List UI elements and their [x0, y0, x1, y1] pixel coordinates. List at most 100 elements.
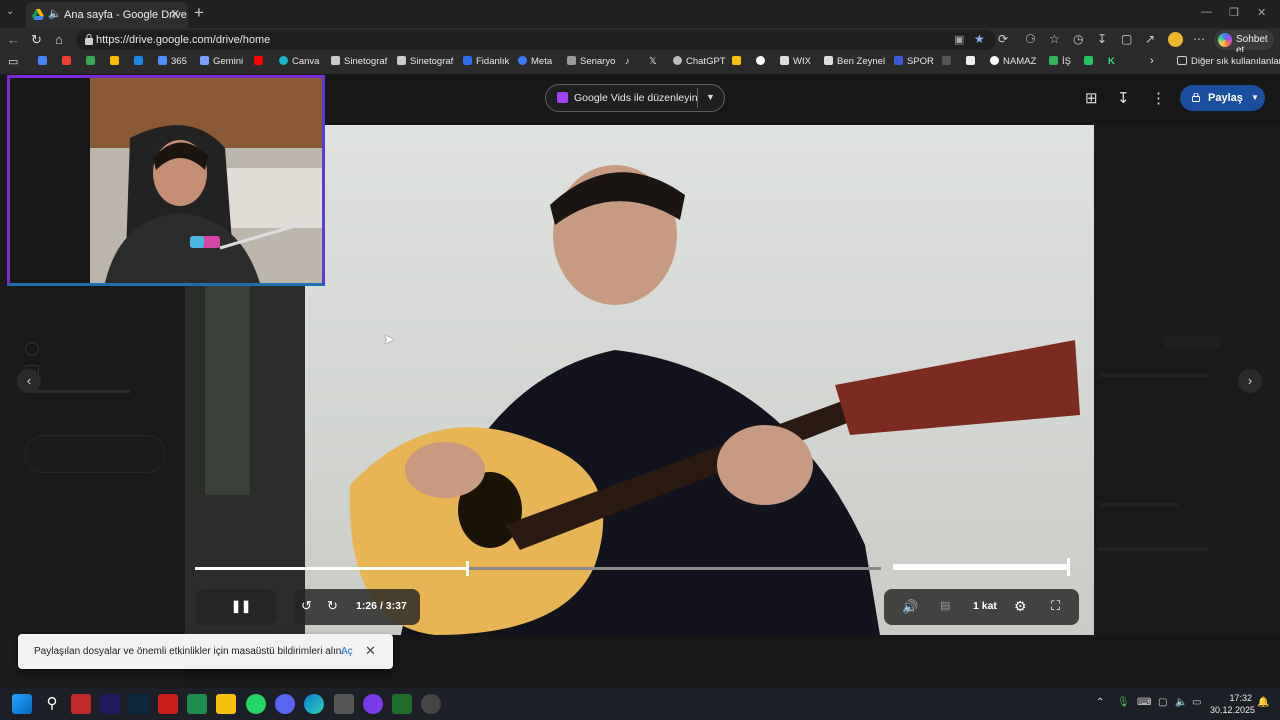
- volume-handle[interactable]: [1067, 558, 1070, 576]
- bookmark-sinetograf-2[interactable]: Sinetograf: [397, 56, 453, 67]
- download-icon[interactable]: ↧: [1117, 89, 1130, 107]
- display-icon[interactable]: ▢: [1158, 697, 1167, 708]
- youtube-icon[interactable]: [254, 56, 267, 67]
- fullscreen-icon[interactable]: ⛶: [1051, 598, 1060, 614]
- photos-icon[interactable]: [110, 56, 123, 67]
- volume-icon[interactable]: 🔊: [902, 599, 918, 615]
- reading-list-icon[interactable]: ▭: [8, 55, 18, 68]
- show-hidden-icons-icon[interactable]: ⌃: [1096, 697, 1104, 708]
- bookmark-icon[interactable]: [38, 56, 51, 67]
- reload-icon[interactable]: ↻: [31, 32, 42, 48]
- obs-icon[interactable]: [363, 694, 383, 714]
- new-tab-button[interactable]: +: [194, 3, 204, 23]
- minimize-icon[interactable]: —: [1201, 6, 1212, 18]
- capcut-icon[interactable]: [334, 694, 354, 714]
- bookmark-gemini[interactable]: Gemini: [200, 56, 243, 67]
- previous-file-button[interactable]: ‹: [17, 369, 41, 393]
- history-icon[interactable]: ◷: [1073, 32, 1083, 46]
- profile-avatar[interactable]: [1168, 32, 1183, 47]
- copilot-chat-button[interactable]: Sohbet et: [1214, 30, 1274, 56]
- back-icon[interactable]: ←: [7, 32, 20, 47]
- bookmark-spor[interactable]: SPOR: [894, 56, 934, 67]
- edge-icon[interactable]: [304, 694, 324, 714]
- restore-icon[interactable]: ❐: [1229, 6, 1239, 19]
- share-button[interactable]: Paylaş ▼: [1180, 85, 1265, 111]
- app-available-icon[interactable]: ▣: [954, 33, 964, 46]
- wave-icon[interactable]: [942, 56, 955, 67]
- steam-icon[interactable]: [421, 694, 441, 714]
- bookmark-chatgpt[interactable]: ChatGPT: [673, 56, 726, 67]
- x-icon[interactable]: 𝕏: [649, 56, 657, 67]
- start-icon[interactable]: [12, 694, 32, 714]
- close-icon[interactable]: ✕: [365, 643, 376, 659]
- toast-open-button[interactable]: Aç: [341, 646, 353, 657]
- maps-app-icon[interactable]: [187, 694, 207, 714]
- k-app-icon[interactable]: K: [1108, 56, 1115, 67]
- file-explorer-icon[interactable]: [216, 694, 236, 714]
- gmail-icon[interactable]: [62, 56, 75, 67]
- tiktok-icon[interactable]: ♪: [625, 56, 630, 67]
- bookmark-fidanlik[interactable]: Fidanlık: [463, 56, 509, 67]
- close-tab-icon[interactable]: ✕: [170, 7, 180, 21]
- next-file-button[interactable]: ›: [1238, 369, 1262, 393]
- search-icon[interactable]: ⚲: [42, 694, 62, 714]
- volume-slider[interactable]: [893, 564, 1068, 570]
- system-clock[interactable]: 17:32 30.12.2025: [1210, 692, 1255, 716]
- maps-icon[interactable]: [86, 56, 99, 67]
- site-info-icon[interactable]: [84, 34, 94, 45]
- green-app-icon[interactable]: [1084, 56, 1097, 67]
- bookmark-ben-zeynel[interactable]: Ben Zeynel: [824, 56, 885, 67]
- browser-tab[interactable]: 🔈 Ana sayfa - Google Drive ✕: [26, 2, 188, 28]
- photoshop-icon[interactable]: [129, 694, 149, 714]
- seek-handle[interactable]: [465, 561, 469, 576]
- keyboard-icon[interactable]: ⌨: [1137, 697, 1151, 708]
- tab-search-chevron-icon[interactable]: ⌄: [6, 6, 14, 17]
- rewind-10-icon[interactable]: ↺: [301, 598, 312, 614]
- bookmark-365[interactable]: 365: [158, 56, 187, 67]
- extension-icon[interactable]: ⟳: [998, 32, 1008, 46]
- acrobat-icon[interactable]: [158, 694, 178, 714]
- bookmarks-overflow-icon[interactable]: ›: [1150, 55, 1154, 67]
- folder-bookmark-icon[interactable]: [732, 56, 745, 67]
- address-bar[interactable]: https://drive.google.com/drive/home ▣ ★: [76, 30, 996, 50]
- edit-with-vids-button[interactable]: Google Vids ile düzenleyin ▼: [545, 84, 725, 112]
- more-actions-icon[interactable]: ⋮: [1151, 89, 1166, 107]
- other-bookmarks[interactable]: Diğer sık kullanılanlar: [1177, 56, 1280, 67]
- chevron-down-icon[interactable]: ▼: [706, 92, 715, 102]
- news-widget-icon[interactable]: [71, 694, 91, 714]
- bookmark-sinetograf-1[interactable]: Sinetograf: [331, 56, 387, 67]
- google-icon[interactable]: [756, 56, 769, 67]
- share-page-icon[interactable]: ↗: [1145, 32, 1155, 46]
- speaker-tray-icon[interactable]: 🔈: [1175, 697, 1187, 708]
- extensions-puzzle-icon[interactable]: ⚆: [1025, 32, 1036, 46]
- settings-gear-icon[interactable]: ⚙: [1014, 598, 1027, 615]
- favorites-icon[interactable]: ☆: [1049, 32, 1060, 46]
- bookmark-wix[interactable]: WIX: [780, 56, 811, 67]
- whatsapp-icon[interactable]: [246, 694, 266, 714]
- drive-bookmark-icon[interactable]: [134, 56, 147, 67]
- discord-icon[interactable]: [275, 694, 295, 714]
- seek-bar[interactable]: [195, 561, 881, 576]
- notion-icon[interactable]: [966, 56, 979, 67]
- add-comment-icon[interactable]: ⊞: [1085, 89, 1098, 107]
- home-icon[interactable]: ⌂: [55, 32, 63, 47]
- screenshot-icon[interactable]: ▢: [1121, 32, 1132, 46]
- chevron-down-icon[interactable]: ▼: [1251, 93, 1259, 102]
- downloads-icon[interactable]: ↧: [1097, 32, 1107, 46]
- pause-icon[interactable]: ❚❚: [231, 599, 251, 613]
- forward-10-icon[interactable]: ↻: [327, 598, 338, 614]
- captions-icon[interactable]: ▤: [940, 599, 950, 612]
- notification-bell-icon[interactable]: 🔔: [1257, 697, 1269, 708]
- bookmark-meta[interactable]: Meta: [518, 56, 552, 67]
- media-player-icon[interactable]: [392, 694, 412, 714]
- playback-speed-button[interactable]: 1 kat: [973, 600, 997, 612]
- favorite-star-icon[interactable]: ★: [974, 32, 985, 46]
- bookmark-is[interactable]: İŞ: [1049, 56, 1071, 67]
- premiere-icon[interactable]: [100, 694, 120, 714]
- speaker-icon[interactable]: 🔈: [48, 7, 62, 20]
- battery-icon[interactable]: ▭: [1192, 697, 1201, 708]
- bookmark-senaryo[interactable]: Senaryo: [567, 56, 615, 67]
- bookmark-canva[interactable]: Canva: [279, 56, 319, 67]
- more-options-icon[interactable]: ⋯: [1193, 32, 1205, 46]
- microphone-icon[interactable]: 🎙: [1117, 697, 1130, 708]
